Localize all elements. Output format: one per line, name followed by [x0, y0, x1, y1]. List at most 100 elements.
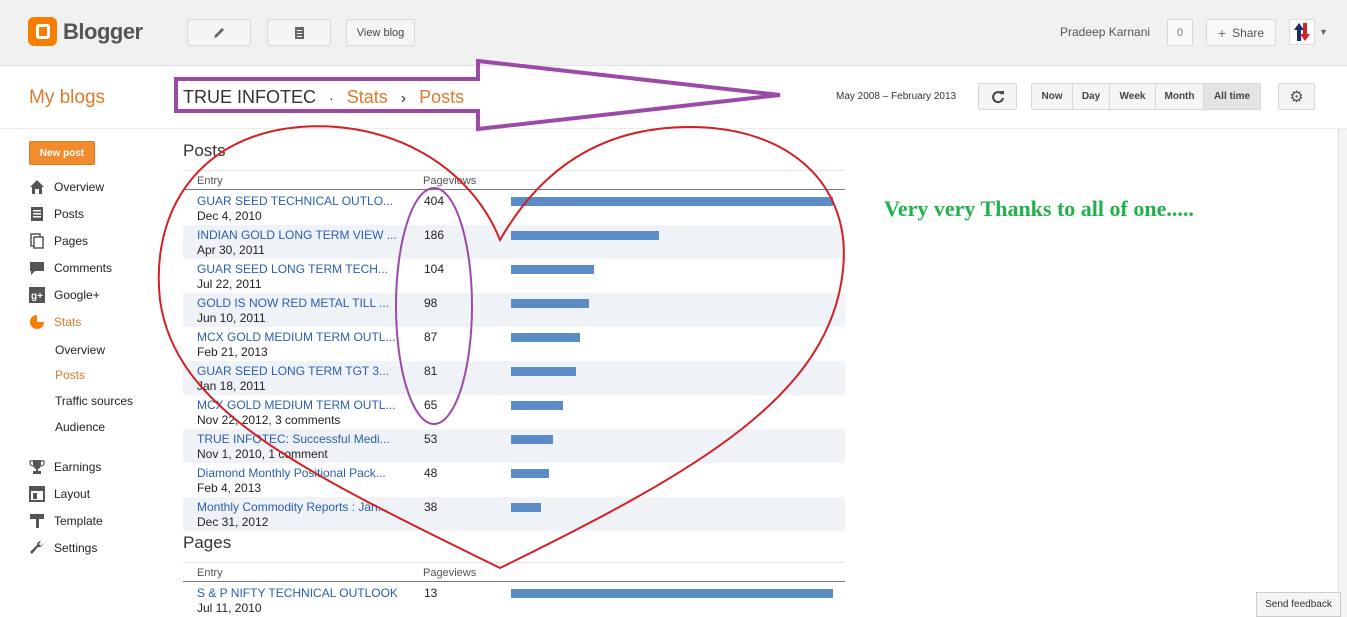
- pageviews-value: 98: [424, 296, 438, 310]
- plus-icon: +: [1217, 24, 1227, 41]
- sidebar-item-label: Layout: [54, 487, 91, 501]
- sidebar-item-template[interactable]: Template: [29, 513, 103, 529]
- sidebar-item-label: Template: [54, 514, 103, 528]
- avatar[interactable]: [1289, 19, 1315, 45]
- sidebar-item-stats[interactable]: Stats: [29, 314, 81, 330]
- entry-title-link[interactable]: GUAR SEED LONG TERM TGT 3...: [197, 364, 397, 378]
- period-all-time-button[interactable]: All time: [1204, 84, 1260, 109]
- refresh-button[interactable]: [978, 83, 1017, 110]
- column-entry: Entry: [197, 175, 223, 187]
- entry-title-link[interactable]: Diamond Monthly Positional Pack...: [197, 466, 397, 480]
- sidebar-item-pages[interactable]: Pages: [29, 233, 88, 249]
- sidebar-item-label: Settings: [54, 541, 98, 555]
- entry-title-link[interactable]: GOLD IS NOW RED METAL TILL ...: [197, 296, 397, 310]
- column-pageviews: Pageviews: [423, 567, 477, 579]
- gplus-icon: g+: [29, 287, 45, 303]
- pageviews-value: 13: [424, 586, 438, 600]
- entry-title-link[interactable]: Monthly Commodity Reports : Jan...: [197, 500, 397, 514]
- share-button[interactable]: + Share: [1206, 19, 1276, 46]
- stats-sub-audience[interactable]: Audience: [55, 420, 105, 434]
- breadcrumb-blog-name: TRUE INFOTEC: [183, 87, 316, 107]
- entry-date: Dec 31, 2012: [197, 515, 269, 529]
- my-blogs-link[interactable]: My blogs: [29, 87, 105, 109]
- new-post-pencil-button[interactable]: [187, 19, 251, 46]
- table-row: TRUE INFOTEC: Successful Medi... Nov 1, 2…: [183, 429, 845, 463]
- column-pageviews: Pageviews: [423, 175, 477, 187]
- share-label: Share: [1232, 25, 1265, 40]
- blogger-logo-icon: [28, 17, 57, 46]
- entry-title-link[interactable]: INDIAN GOLD LONG TERM VIEW ...: [197, 228, 397, 242]
- chevron-down-icon[interactable]: ▼: [1319, 27, 1328, 37]
- scrollbar[interactable]: [1338, 129, 1347, 617]
- period-day-button[interactable]: Day: [1073, 84, 1110, 109]
- sidebar-item-label: Stats: [54, 315, 82, 329]
- sidebar-item-posts[interactable]: Posts: [29, 206, 84, 222]
- stats-sub-traffic-sources[interactable]: Traffic sources: [55, 394, 133, 408]
- entry-date: Jun 10, 2011: [197, 311, 266, 325]
- pageviews-value: 53: [424, 432, 438, 446]
- pages-icon: [295, 26, 304, 39]
- pages-table-header: Entry Pageviews: [183, 562, 845, 582]
- breadcrumb-separator: ·: [329, 90, 334, 106]
- entry-title-link[interactable]: GUAR SEED LONG TERM TECH...: [197, 262, 397, 276]
- pageviews-bar: [511, 435, 553, 444]
- wrench-icon: [29, 540, 45, 556]
- svg-text:g+: g+: [31, 291, 43, 302]
- brand-name: Blogger: [63, 18, 143, 44]
- entry-title-link[interactable]: MCX GOLD MEDIUM TERM OUTL...: [197, 398, 397, 412]
- send-feedback-button[interactable]: Send feedback: [1256, 592, 1341, 617]
- top-bar: Blogger View blog Pradeep Karnani 0 + Sh…: [0, 0, 1347, 66]
- new-post-button[interactable]: New post: [29, 141, 95, 165]
- pageviews-bar: [511, 469, 549, 478]
- sidebar-item-settings[interactable]: Settings: [29, 540, 97, 556]
- table-row: GOLD IS NOW RED METAL TILL ... Jun 10, 20…: [183, 293, 845, 327]
- sidebar-item-comments[interactable]: Comments: [29, 260, 112, 276]
- sidebar-item-overview[interactable]: Overview: [29, 179, 104, 195]
- pageviews-bar: [511, 589, 833, 598]
- user-name[interactable]: Pradeep Karnani: [1060, 25, 1150, 39]
- pageviews-bar: [511, 333, 580, 342]
- posts-section-title: Posts: [183, 141, 226, 160]
- pageviews-bar: [511, 265, 594, 274]
- pages-button[interactable]: [267, 19, 331, 46]
- pageviews-value: 48: [424, 466, 438, 480]
- view-blog-button[interactable]: View blog: [346, 19, 415, 46]
- blogger-logo[interactable]: Blogger: [28, 17, 143, 46]
- pageviews-value: 81: [424, 364, 438, 378]
- period-month-button[interactable]: Month: [1156, 84, 1204, 109]
- entry-title-link[interactable]: S & P NIFTY TECHNICAL OUTLOOK: [197, 586, 397, 600]
- table-row: Diamond Monthly Positional Pack... Feb 4,…: [183, 463, 845, 497]
- table-row: MCX GOLD MEDIUM TERM OUTL... Feb 21, 2013…: [183, 327, 845, 361]
- entry-title-link[interactable]: GUAR SEED TECHNICAL OUTLO...: [197, 194, 397, 208]
- sidebar-item-label: Earnings: [54, 460, 102, 474]
- breadcrumb-posts: Posts: [419, 87, 465, 107]
- sidebar-item-google-plus[interactable]: g+ Google+: [29, 287, 100, 303]
- entry-date: Apr 30, 2011: [197, 243, 265, 257]
- breadcrumb-stats[interactable]: Stats: [347, 87, 388, 107]
- entry-date: Dec 4, 2010: [197, 209, 262, 223]
- sub-header: My blogs TRUE INFOTEC · Stats › Posts Ma…: [0, 66, 1347, 129]
- period-week-button[interactable]: Week: [1110, 84, 1156, 109]
- period-selector: Now Day Week Month All time: [1031, 83, 1261, 110]
- entry-title-link[interactable]: MCX GOLD MEDIUM TERM OUTL...: [197, 330, 397, 344]
- posts-icon: [29, 206, 45, 222]
- sidebar-item-layout[interactable]: Layout: [29, 486, 90, 502]
- brush-icon: [29, 513, 45, 529]
- pages-icon: [29, 233, 45, 249]
- stats-sub-posts[interactable]: Posts: [55, 368, 85, 382]
- table-row: S & P NIFTY TECHNICAL OUTLOOK Jul 11, 201…: [183, 583, 845, 617]
- pageviews-value: 104: [424, 262, 445, 276]
- settings-button[interactable]: ⚙: [1278, 83, 1315, 110]
- stats-sub-overview[interactable]: Overview: [55, 343, 105, 357]
- gear-icon: ⚙: [1289, 88, 1304, 106]
- layout-icon: [29, 486, 45, 502]
- trophy-icon: [29, 459, 45, 475]
- sidebar-item-label: Comments: [54, 261, 113, 275]
- sidebar-item-earnings[interactable]: Earnings: [29, 459, 101, 475]
- entry-title-link[interactable]: TRUE INFOTEC: Successful Medi...: [197, 432, 397, 446]
- home-icon: [29, 179, 45, 195]
- pages-section-title: Pages: [183, 533, 232, 552]
- notification-count[interactable]: 0: [1167, 19, 1193, 46]
- period-now-button[interactable]: Now: [1032, 84, 1073, 109]
- sidebar-item-label: Google+: [54, 288, 100, 302]
